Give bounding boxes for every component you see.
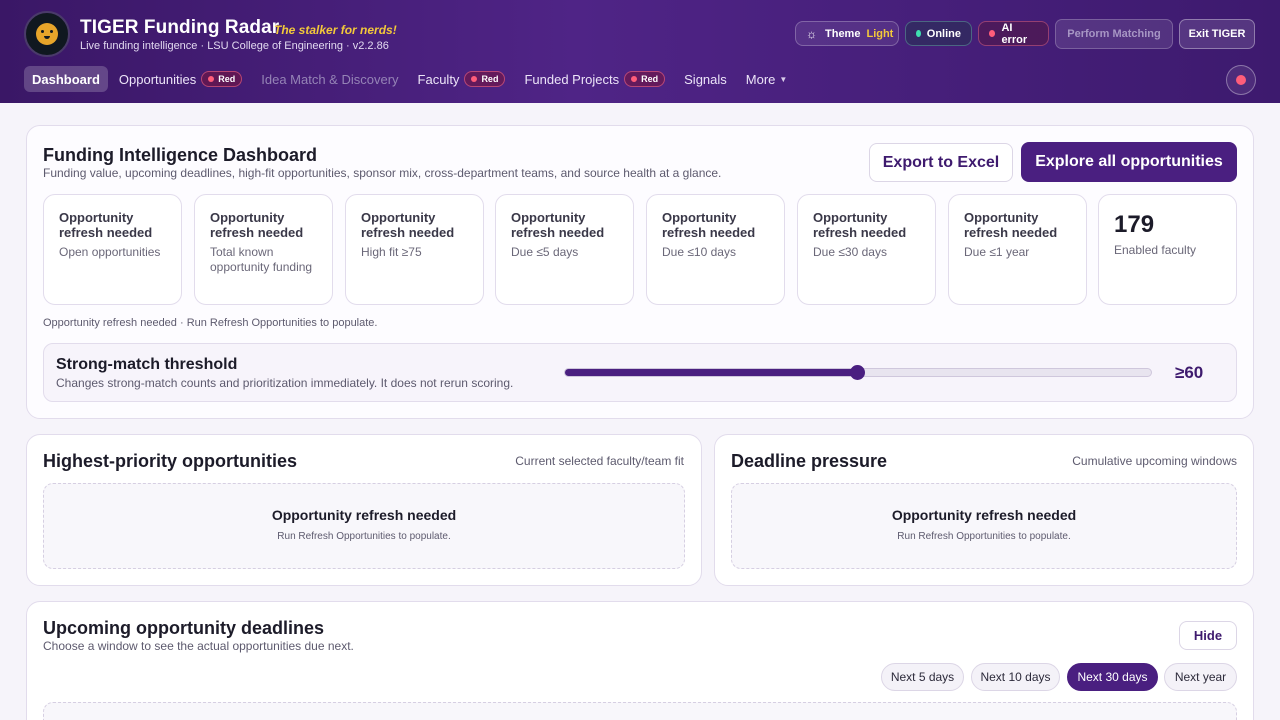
nav-label: Opportunities	[118, 71, 197, 87]
nav-label: Signals	[684, 71, 727, 87]
online-status-badge: Online	[905, 21, 972, 46]
nav-label: Idea Match & Discovery	[261, 71, 399, 87]
sun-icon: ☼	[806, 26, 817, 41]
stat-card-high-fit[interactable]: Opportunity refresh needed High fit ≥75	[345, 194, 484, 305]
nav-signals[interactable]: Signals	[676, 66, 735, 92]
stat-value: Opportunity refresh needed	[662, 210, 756, 240]
error-dot-icon	[989, 30, 996, 37]
range-next-year[interactable]: Next year	[1164, 663, 1237, 691]
nav-funded-projects[interactable]: Funded Projects Red	[516, 66, 673, 92]
export-excel-button[interactable]: Export to Excel	[869, 143, 1013, 182]
tiger-logo-icon	[24, 11, 70, 57]
exit-button[interactable]: Exit TIGER	[1179, 19, 1255, 49]
stat-label: Due ≤5 days	[511, 245, 579, 259]
threshold-description: Changes strong-match counts and prioriti…	[56, 376, 514, 390]
app-tagline: The stalker for nerds!	[274, 23, 397, 37]
status-badge: Red	[624, 71, 666, 87]
stat-card-funding[interactable]: Opportunity refresh needed Total known o…	[194, 194, 333, 305]
nav-more[interactable]: More ▼	[738, 66, 796, 92]
refresh-note: Opportunity refresh needed · Run Refresh…	[43, 317, 378, 329]
threshold-panel: Strong-match threshold Changes strong-ma…	[43, 343, 1237, 402]
badge-label: Red	[481, 74, 499, 84]
stat-value: Opportunity refresh needed	[210, 210, 304, 240]
red-dot-icon	[631, 76, 638, 82]
status-badge: Red	[201, 71, 243, 87]
deadline-empty-state: Opportunity refresh needed Run Refresh O…	[731, 483, 1237, 569]
stat-label: Due ≤1 year	[964, 245, 1030, 259]
app-header: TIGER Funding Radar The stalker for nerd…	[0, 0, 1280, 103]
stat-label: Due ≤30 days	[813, 245, 887, 259]
stat-card-faculty[interactable]: 179 Enabled faculty	[1098, 194, 1237, 305]
range-next-5-days[interactable]: Next 5 days	[881, 663, 964, 691]
stat-card-due-5[interactable]: Opportunity refresh needed Due ≤5 days	[495, 194, 634, 305]
stat-label: High fit ≥75	[361, 245, 422, 259]
theme-toggle[interactable]: ☼ Theme Light	[795, 21, 899, 46]
stat-value: Opportunity refresh needed	[59, 210, 153, 240]
priority-title: Highest-priority opportunities	[43, 451, 297, 471]
ai-status-label: AI error	[1001, 21, 1028, 46]
threshold-slider[interactable]	[564, 365, 1152, 380]
stat-value: 179	[1114, 211, 1155, 238]
nav-label: More	[745, 71, 776, 87]
empty-title: Opportunity refresh needed	[271, 507, 457, 523]
stat-label: Total known opportunity funding	[210, 245, 313, 274]
priority-empty-state: Opportunity refresh needed Run Refresh O…	[43, 483, 685, 569]
red-dot-icon	[471, 76, 478, 82]
deadline-side-note: Cumulative upcoming windows	[1072, 454, 1237, 468]
empty-title: Opportunity refresh needed	[891, 507, 1077, 523]
stat-card-due-year[interactable]: Opportunity refresh needed Due ≤1 year	[948, 194, 1087, 305]
online-label: Online	[926, 27, 961, 40]
range-next-10-days[interactable]: Next 10 days	[971, 663, 1060, 691]
upcoming-title: Upcoming opportunity deadlines	[43, 618, 325, 638]
stat-card-due-30[interactable]: Opportunity refresh needed Due ≤30 days	[797, 194, 936, 305]
record-icon	[1236, 75, 1246, 85]
upcoming-list-area	[43, 702, 1237, 720]
hide-button[interactable]: Hide	[1179, 621, 1237, 650]
badge-label: Red	[641, 74, 659, 84]
theme-value: Light	[866, 27, 894, 40]
stat-card-open[interactable]: Opportunity refresh needed Open opportun…	[43, 194, 182, 305]
stat-value: Opportunity refresh needed	[964, 210, 1058, 240]
empty-description: Run Refresh Opportunities to populate.	[277, 531, 451, 542]
range-next-30-days[interactable]: Next 30 days	[1067, 663, 1158, 691]
ai-status-badge: AI error	[978, 21, 1049, 46]
empty-description: Run Refresh Opportunities to populate.	[897, 531, 1071, 542]
slider-thumb[interactable]	[849, 365, 865, 380]
nav-label: Funded Projects	[524, 71, 620, 87]
app-subtitle: Live funding intelligence · LSU College …	[80, 40, 389, 52]
nav-dashboard[interactable]: Dashboard	[24, 66, 108, 92]
stat-value: Opportunity refresh needed	[361, 210, 455, 240]
nav-label: Faculty	[417, 71, 460, 87]
status-badge: Red	[464, 71, 506, 87]
upcoming-description: Choose a window to see the actual opport…	[43, 639, 354, 653]
slider-fill	[565, 369, 857, 376]
status-dot-icon	[916, 30, 921, 37]
stat-label: Enabled faculty	[1114, 243, 1197, 257]
stat-card-due-10[interactable]: Opportunity refresh needed Due ≤10 days	[646, 194, 785, 305]
threshold-value: ≥60	[1175, 363, 1204, 382]
nav-opportunities[interactable]: Opportunities Red	[111, 66, 250, 92]
theme-label: Theme	[825, 27, 861, 40]
dashboard-description: Funding value, upcoming deadlines, high-…	[43, 166, 722, 180]
deadline-title: Deadline pressure	[731, 451, 888, 471]
dashboard-title: Funding Intelligence Dashboard	[43, 145, 318, 165]
nav-faculty[interactable]: Faculty Red	[410, 66, 514, 92]
record-button[interactable]	[1226, 65, 1256, 95]
badge-label: Red	[218, 74, 236, 84]
chevron-down-icon: ▼	[779, 74, 788, 84]
perform-matching-button[interactable]: Perform Matching	[1055, 19, 1173, 49]
app-title: TIGER Funding Radar	[80, 17, 280, 38]
stat-value: Opportunity refresh needed	[511, 210, 605, 240]
main-nav: Dashboard Opportunities Red Idea Match &…	[24, 66, 798, 92]
stat-label: Open opportunities	[59, 245, 161, 259]
stat-value: Opportunity refresh needed	[813, 210, 907, 240]
threshold-title: Strong-match threshold	[56, 356, 238, 373]
red-dot-icon	[208, 76, 215, 82]
nav-label: Dashboard	[32, 71, 100, 87]
explore-opportunities-button[interactable]: Explore all opportunities	[1021, 142, 1237, 182]
priority-side-note: Current selected faculty/team fit	[515, 454, 684, 468]
nav-idea-match[interactable]: Idea Match & Discovery	[253, 66, 406, 92]
stat-label: Due ≤10 days	[662, 245, 736, 259]
